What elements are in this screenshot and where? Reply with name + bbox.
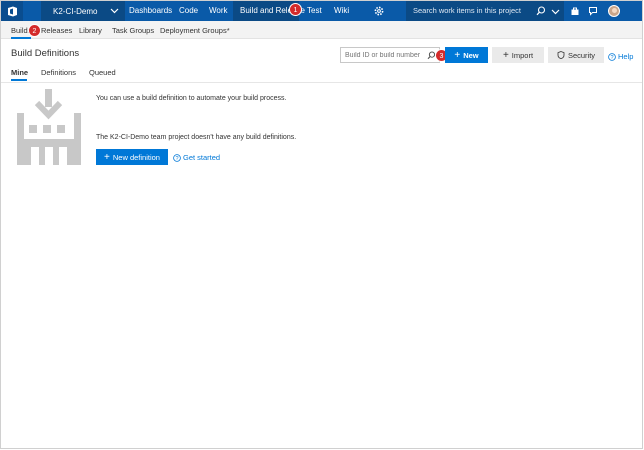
hub-task-groups[interactable]: Task Groups [112, 21, 154, 39]
nav-code[interactable]: Code [179, 1, 198, 21]
plus-icon: + [454, 49, 461, 61]
shopping-bag-icon[interactable] [570, 6, 580, 16]
new-button-label: New [463, 50, 479, 60]
hub-releases[interactable]: Releases [41, 21, 72, 39]
top-navigation-bar: K2-CI-Demo Dashboards Code Work Build an… [1, 1, 642, 21]
svg-text:?: ? [610, 55, 613, 61]
divider [1, 82, 642, 83]
search-icon[interactable] [536, 6, 546, 16]
tab-queued[interactable]: Queued [89, 68, 116, 77]
build-id-search[interactable] [340, 47, 440, 63]
help-icon: ? [173, 153, 181, 162]
security-button[interactable]: Security [548, 47, 604, 63]
search-placeholder: Search work items in this project [413, 6, 521, 15]
get-started-link[interactable]: ? Get started [173, 153, 220, 162]
svg-text:?: ? [175, 156, 178, 162]
chevron-down-icon[interactable] [551, 7, 560, 16]
tab-mine[interactable]: Mine [11, 68, 28, 77]
page-title: Build Definitions [11, 48, 80, 59]
callout-badge-1: 1 [289, 3, 302, 16]
plus-icon: + [502, 49, 509, 61]
nav-test[interactable]: Test [307, 1, 322, 21]
build-definition-illustration-icon [17, 89, 81, 165]
active-hub-underline [11, 37, 31, 39]
help-label: Help [618, 52, 634, 61]
nav-wiki[interactable]: Wiki [334, 1, 349, 21]
shield-icon [557, 51, 565, 59]
plus-icon: + [104, 151, 110, 163]
hub-deployment-groups[interactable]: Deployment Groups* [160, 21, 230, 39]
hub-navigation-bar: Builds Releases Library Task Groups Depl… [1, 21, 642, 39]
help-link[interactable]: ? Help [608, 52, 633, 61]
security-button-label: Security [567, 50, 596, 60]
nav-work[interactable]: Work [209, 1, 228, 21]
active-tab-underline [11, 79, 27, 81]
build-id-input[interactable] [341, 48, 425, 62]
import-button-label: Import [511, 50, 534, 60]
hub-library[interactable]: Library [79, 21, 102, 39]
work-item-search[interactable]: Search work items in this project [406, 1, 564, 21]
callout-badge-2: 2 [28, 24, 41, 37]
help-icon: ? [608, 52, 616, 61]
empty-state-no-definitions: The K2-CI-Demo team project doesn't have… [96, 134, 297, 141]
new-definition-primary-button[interactable]: + New definition [96, 149, 168, 165]
vsts-logo-icon[interactable] [1, 1, 23, 21]
new-definition-button[interactable]: + New [445, 47, 488, 63]
feedback-icon[interactable] [588, 6, 598, 16]
empty-state-description: You can use a build definition to automa… [96, 95, 287, 102]
gear-icon[interactable] [373, 5, 385, 17]
chevron-down-icon [110, 8, 119, 14]
tab-definitions[interactable]: Definitions [41, 68, 76, 77]
get-started-label: Get started [183, 153, 221, 162]
project-name: K2-CI-Demo [53, 6, 98, 16]
new-definition-label: New definition [112, 152, 160, 162]
avatar[interactable] [608, 5, 620, 17]
import-button[interactable]: + Import [492, 47, 544, 63]
browser-frame: K2-CI-Demo Dashboards Code Work Build an… [0, 0, 643, 449]
nav-dashboards[interactable]: Dashboards [129, 1, 172, 21]
project-selector[interactable]: K2-CI-Demo [41, 1, 125, 21]
